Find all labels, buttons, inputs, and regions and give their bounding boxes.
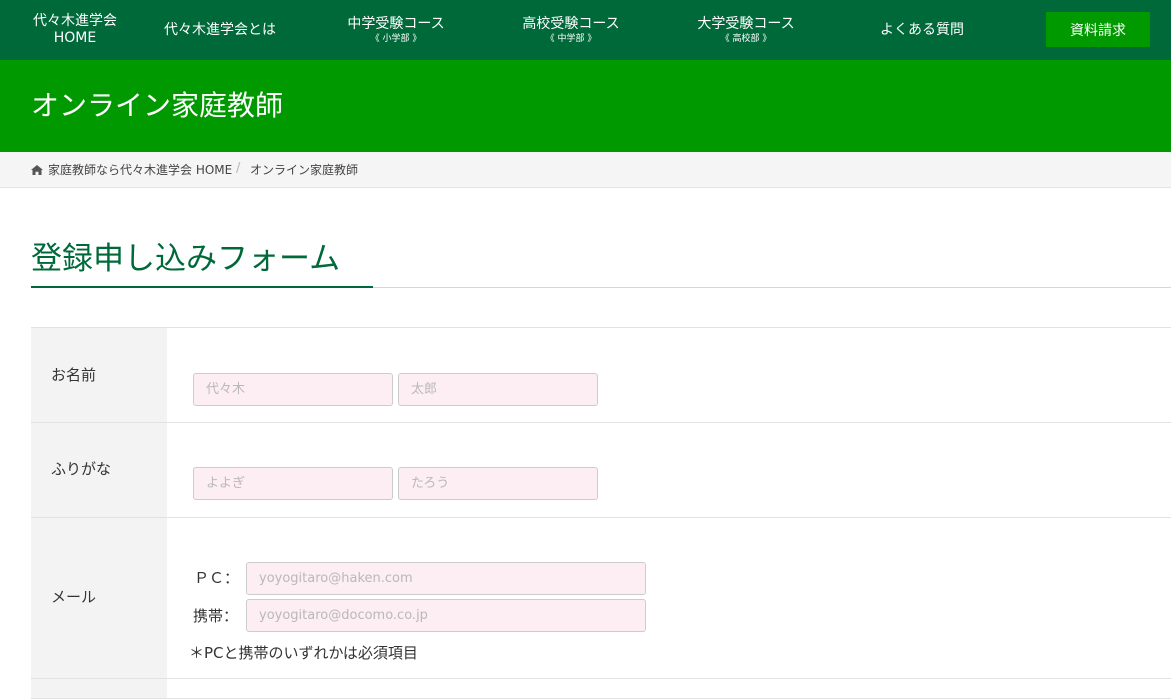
form-row-mail: メール ＰＣ： 携帯： ＊PCと携帯のいずれかは必須項目 <box>31 518 1171 679</box>
nav-high-school-label: 高校受験コース <box>522 15 620 32</box>
name-label: お名前 <box>51 366 97 384</box>
first-name-kana-input[interactable] <box>398 467 598 500</box>
last-name-input[interactable] <box>193 373 393 406</box>
request-materials-button[interactable]: 資料請求 <box>1046 12 1150 47</box>
nav-junior-high-course[interactable]: 中学受験コース 《 小学部 》 <box>326 0 466 60</box>
nav-home[interactable]: 代々木進学会 HOME <box>16 0 134 60</box>
section-title: 登録申し込みフォーム <box>31 241 341 277</box>
mobile-email-input[interactable] <box>246 599 646 632</box>
nav-about[interactable]: 代々木進学会とは <box>150 0 290 60</box>
breadcrumb-current: オンライン家庭教師 <box>250 163 359 177</box>
label-cell <box>31 679 167 698</box>
form-row-name: お名前 <box>31 327 1171 423</box>
nav-faq-label: よくある質問 <box>880 21 964 38</box>
top-nav: 代々木進学会 HOME 代々木進学会とは 中学受験コース 《 小学部 》 高校受… <box>0 0 1171 60</box>
label-cell: メール <box>31 518 167 678</box>
nav-home-label: 代々木進学会 <box>33 13 117 29</box>
last-name-kana-input[interactable] <box>193 467 393 500</box>
mail-required-note: ＊PCと携帯のいずれかは必須項目 <box>189 644 418 662</box>
mobile-mail-label: 携帯： <box>193 607 239 625</box>
form-row-kana: ふりがな <box>31 423 1171 518</box>
pc-email-input[interactable] <box>246 562 646 595</box>
nav-faq[interactable]: よくある質問 <box>852 0 992 60</box>
breadcrumb: 家庭教師なら代々木進学会 HOME / オンライン家庭教師 <box>0 152 1171 188</box>
breadcrumb-home-link[interactable]: 家庭教師なら代々木進学会 HOME <box>48 163 232 177</box>
nav-university-label: 大学受験コース <box>697 15 795 32</box>
pc-mail-label: ＰＣ： <box>194 569 240 587</box>
first-name-input[interactable] <box>398 373 598 406</box>
mail-label: メール <box>51 588 97 606</box>
title-band: オンライン家庭教師 <box>0 60 1171 152</box>
nav-about-label: 代々木進学会とは <box>164 21 276 38</box>
nav-home-sub: HOME <box>53 30 97 46</box>
nav-high-school-course[interactable]: 高校受験コース 《 中学部 》 <box>501 0 641 60</box>
nav-university-course[interactable]: 大学受験コース 《 高校部 》 <box>676 0 816 60</box>
nav-junior-high-sub: 《 小学部 》 <box>370 33 422 44</box>
home-icon <box>31 165 43 175</box>
label-cell: お名前 <box>31 328 167 422</box>
page-title: オンライン家庭教師 <box>31 89 284 122</box>
section-divider-accent <box>31 286 373 288</box>
breadcrumb-separator: / <box>236 161 241 176</box>
label-cell: ふりがな <box>31 423 167 517</box>
kana-label: ふりがな <box>51 460 112 478</box>
form-row-next <box>31 679 1171 699</box>
nav-university-sub: 《 高校部 》 <box>720 33 772 44</box>
nav-junior-high-label: 中学受験コース <box>347 15 445 32</box>
nav-high-school-sub: 《 中学部 》 <box>545 33 597 44</box>
